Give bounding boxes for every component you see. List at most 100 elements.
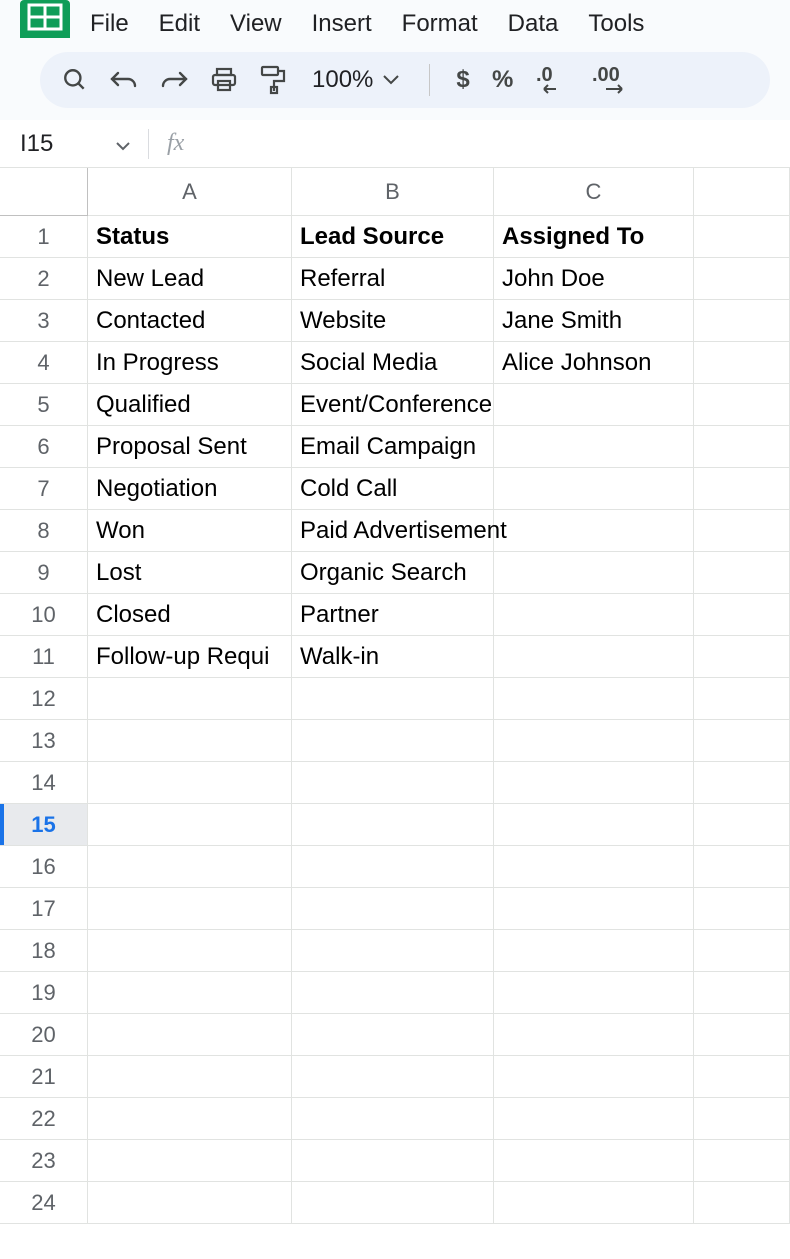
cell[interactable] [88,888,292,930]
row-header[interactable]: 17 [0,888,88,930]
search-icon[interactable] [62,67,88,93]
cell[interactable]: Lead Source [292,216,494,258]
cell[interactable] [292,1098,494,1140]
cell[interactable] [494,804,694,846]
cell[interactable]: Walk-in [292,636,494,678]
cell[interactable]: Assigned To [494,216,694,258]
cell[interactable] [494,1014,694,1056]
increase-decimal-icon[interactable]: .00 [592,65,634,95]
cell[interactable] [88,930,292,972]
cell[interactable] [292,930,494,972]
cell[interactable] [694,1014,790,1056]
cell[interactable] [694,1098,790,1140]
row-header[interactable]: 2 [0,258,88,300]
row-header[interactable]: 9 [0,552,88,594]
cell[interactable]: Won [88,510,292,552]
cell[interactable] [494,888,694,930]
cell[interactable]: Partner [292,594,494,636]
menu-view[interactable]: View [230,10,282,38]
cell[interactable] [88,1014,292,1056]
cell[interactable]: Alice Johnson [494,342,694,384]
redo-icon[interactable] [160,69,188,91]
row-header[interactable]: 6 [0,426,88,468]
row-header[interactable]: 22 [0,1098,88,1140]
cell[interactable] [88,762,292,804]
cell[interactable] [494,468,694,510]
row-header[interactable]: 4 [0,342,88,384]
cell[interactable] [694,804,790,846]
format-currency[interactable]: $ [456,66,470,94]
cell[interactable]: Cold Call [292,468,494,510]
cell[interactable]: Lost [88,552,292,594]
cell[interactable] [694,846,790,888]
cell[interactable] [694,468,790,510]
cell[interactable] [694,594,790,636]
cell[interactable] [694,426,790,468]
cell[interactable]: John Doe [494,258,694,300]
cell[interactable] [694,930,790,972]
cell[interactable]: Jane Smith [494,300,694,342]
cell[interactable] [88,1140,292,1182]
cell[interactable] [88,678,292,720]
cell[interactable] [494,1098,694,1140]
decrease-decimal-icon[interactable]: .0 [536,65,570,95]
row-header[interactable]: 15 [0,804,88,846]
cell[interactable] [88,1098,292,1140]
zoom-select[interactable]: 100% [308,66,403,94]
cell[interactable] [694,384,790,426]
cell[interactable] [694,762,790,804]
row-header[interactable]: 19 [0,972,88,1014]
cell[interactable] [292,1182,494,1224]
cell[interactable] [292,678,494,720]
row-header[interactable]: 10 [0,594,88,636]
cell[interactable] [694,1182,790,1224]
column-header[interactable]: C [494,168,694,216]
cell[interactable] [694,720,790,762]
cell[interactable]: Negotiation [88,468,292,510]
menu-data[interactable]: Data [508,10,559,38]
cell[interactable]: Referral [292,258,494,300]
cell[interactable]: Organic Search [292,552,494,594]
cell[interactable] [694,972,790,1014]
cell[interactable] [88,804,292,846]
cell[interactable] [694,1140,790,1182]
cell[interactable] [88,1182,292,1224]
menu-file[interactable]: File [90,10,129,38]
row-header[interactable]: 7 [0,468,88,510]
cell[interactable] [494,762,694,804]
cell[interactable] [694,636,790,678]
cell[interactable] [694,552,790,594]
row-header[interactable]: 11 [0,636,88,678]
row-header[interactable]: 24 [0,1182,88,1224]
cell[interactable] [292,972,494,1014]
cell[interactable] [694,1056,790,1098]
cell[interactable]: Status [88,216,292,258]
cell[interactable]: Proposal Sent [88,426,292,468]
cell[interactable] [292,804,494,846]
cell[interactable] [694,888,790,930]
select-all-corner[interactable] [0,168,88,216]
row-header[interactable]: 16 [0,846,88,888]
row-header[interactable]: 8 [0,510,88,552]
cell[interactable]: Social Media [292,342,494,384]
row-header[interactable]: 18 [0,930,88,972]
row-header[interactable]: 20 [0,1014,88,1056]
row-header[interactable]: 12 [0,678,88,720]
row-header[interactable]: 14 [0,762,88,804]
cell[interactable] [292,1056,494,1098]
name-box[interactable]: I15 [20,130,130,158]
cell[interactable] [88,720,292,762]
cell[interactable]: Follow-up Requi [88,636,292,678]
row-header[interactable]: 5 [0,384,88,426]
menu-format[interactable]: Format [402,10,478,38]
cell[interactable]: Qualified [88,384,292,426]
cell[interactable] [494,552,694,594]
cell[interactable] [494,846,694,888]
cell[interactable]: Event/Conference [292,384,494,426]
cell[interactable] [88,972,292,1014]
cell[interactable] [494,678,694,720]
column-header[interactable] [694,168,790,216]
column-header[interactable]: A [88,168,292,216]
cell[interactable] [292,762,494,804]
cell[interactable] [494,930,694,972]
